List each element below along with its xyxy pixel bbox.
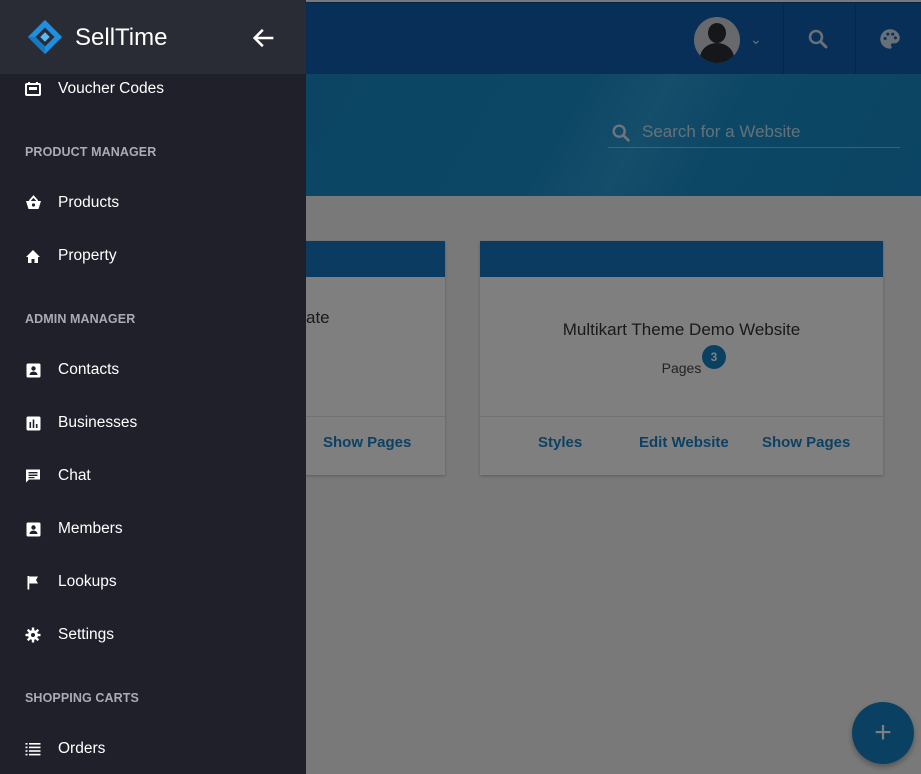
search-icon — [612, 124, 630, 142]
list-icon — [24, 740, 42, 758]
home-icon — [24, 247, 42, 265]
sidebar-item-label: Chat — [58, 467, 91, 484]
sidebar-item-contacts[interactable]: Contacts — [0, 348, 306, 392]
website-search[interactable]: Search for a Website — [608, 122, 900, 148]
contact-card-icon — [24, 361, 42, 379]
member-card-icon — [24, 520, 42, 538]
divider — [855, 3, 856, 75]
flag-icon — [24, 573, 42, 591]
gear-icon — [24, 626, 42, 644]
sidebar-item-lookups[interactable]: Lookups — [0, 560, 306, 604]
section-heading: PRODUCT MANAGER — [25, 145, 157, 159]
sidebar-item-label: Products — [58, 194, 120, 211]
ticket-icon — [24, 80, 42, 98]
edit-website-button[interactable]: Edit Website — [639, 434, 729, 451]
brand-name: SellTime — [75, 24, 168, 51]
palette-icon[interactable] — [872, 21, 908, 57]
divider — [480, 416, 883, 417]
sidebar-item-label: Members — [58, 520, 123, 537]
divider — [783, 3, 784, 75]
sidebar-item-label: Voucher Codes — [58, 80, 164, 97]
sidebar-item-businesses[interactable]: Businesses — [0, 401, 306, 445]
sidebar-item-label: Settings — [58, 626, 115, 643]
sidebar-item-products[interactable]: Products — [0, 181, 306, 225]
pages-count-badge: 3 — [702, 345, 726, 369]
avatar[interactable] — [694, 17, 740, 63]
show-pages-button[interactable]: Show Pages — [762, 434, 850, 451]
chevron-down-icon[interactable]: ⌄ — [750, 31, 762, 48]
styles-button[interactable]: Styles — [538, 434, 582, 451]
sidebar-item-label: Contacts — [58, 361, 120, 378]
card-title: Multikart Theme Demo Website — [562, 320, 801, 339]
selltime-logo-icon — [27, 19, 63, 55]
pages-label: Pages — [661, 360, 702, 376]
website-card: Multikart Theme Demo Website Pages 3 Sty… — [480, 241, 883, 475]
sidebar-item-label: Businesses — [58, 414, 138, 431]
drawer-header: SellTime — [0, 0, 306, 74]
show-pages-button[interactable]: Show Pages — [323, 434, 411, 451]
sidebar-item-settings[interactable]: Settings — [0, 613, 306, 657]
chat-icon — [24, 467, 42, 485]
sidebar-item-orders[interactable]: Orders — [0, 727, 306, 771]
chart-icon — [24, 414, 42, 432]
section-heading: SHOPPING CARTS — [25, 691, 139, 705]
arrow-left-icon[interactable] — [250, 24, 278, 52]
sidebar-item-label: Orders — [58, 740, 106, 757]
sidebar-item-property[interactable]: Property — [0, 234, 306, 278]
card-header — [480, 241, 883, 277]
sidebar-item-voucher-codes[interactable]: Voucher Codes — [0, 67, 306, 111]
search-input[interactable]: Search for a Website — [642, 122, 800, 142]
add-fab-button[interactable]: + — [852, 702, 914, 764]
sidebar-item-label: Property — [58, 247, 117, 264]
search-icon[interactable] — [800, 21, 836, 57]
basket-icon — [24, 194, 42, 212]
sidebar-item-members[interactable]: Members — [0, 507, 306, 551]
sidebar-item-label: Lookups — [58, 573, 117, 590]
card-title: ate — [306, 308, 330, 327]
sidebar-item-chat[interactable]: Chat — [0, 454, 306, 498]
sidebar-drawer: SellTime Voucher Codes PRODUCT MANAGER P… — [0, 0, 306, 774]
section-heading: ADMIN MANAGER — [25, 312, 136, 326]
